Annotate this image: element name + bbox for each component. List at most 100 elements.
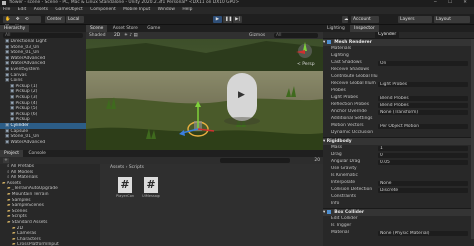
hierarchy-item[interactable]: ▣ WaterAdvanced xyxy=(0,140,86,146)
tab-scene[interactable]: Scene xyxy=(86,25,108,32)
tab-inspector[interactable]: Inspector xyxy=(350,25,379,32)
object-name-field[interactable]: Cylinder xyxy=(375,32,400,38)
hierarchy-item-label: Stone_01_Un xyxy=(10,50,40,56)
inspector-object-header: Cylinder xyxy=(323,32,474,38)
breadcrumb-assets[interactable]: Assets xyxy=(110,165,124,170)
expand-arrow-icon: ▾ xyxy=(323,139,326,144)
field-value[interactable]: 0.05 xyxy=(378,160,468,165)
field-value[interactable]: Light Probes xyxy=(378,82,468,87)
field-value[interactable]: 0 xyxy=(378,153,468,158)
project-content: Assets › Scripts # PlayerCon... # UIMess… xyxy=(100,164,323,246)
pivot-center-toggle[interactable]: Center xyxy=(45,16,65,23)
box-collider-enabled-checkbox[interactable] xyxy=(326,209,331,214)
field-value[interactable]: None (Transform) xyxy=(378,110,468,115)
menu-mobile-input[interactable]: Mobile Input xyxy=(123,7,150,12)
field-label: Materials xyxy=(331,46,352,51)
box-collider-title: Box Collider xyxy=(334,210,365,215)
field-label: Constraints xyxy=(331,194,357,199)
inspector-field-row: Light Probes Blend Probes xyxy=(323,95,474,102)
scene-viewport[interactable]: ▶ < Persp xyxy=(86,39,323,150)
hierarchy-item-label: WaterAdvanced xyxy=(10,55,46,61)
scene-search-input[interactable]: All xyxy=(274,33,318,38)
field-value[interactable]: On xyxy=(378,61,468,66)
hierarchy-item-label: Directional Light xyxy=(10,39,47,44)
2d-toggle[interactable]: 2D xyxy=(114,32,120,39)
box-collider-header[interactable]: ▾ Box Collider xyxy=(323,208,474,216)
play-icon: ▶ xyxy=(215,17,220,22)
hierarchy-search-row: All xyxy=(0,32,86,39)
inspector-field-row: Mass 1 xyxy=(323,145,474,152)
rigidbody-fields: Mass 1 Drag 0 Angular Drag 0.05 Use Gravity Is … xyxy=(323,145,474,208)
field-label: Info xyxy=(331,201,340,206)
folder-item-label: Samples xyxy=(11,197,31,203)
tab-hierarchy[interactable]: Hierarchy xyxy=(0,25,30,32)
field-value[interactable]: 1 xyxy=(378,146,468,151)
rigidbody-header[interactable]: ▾ Rigidbody xyxy=(323,137,474,145)
field-value[interactable]: None xyxy=(378,181,468,186)
menu-gameobject[interactable]: GameObject xyxy=(55,7,82,12)
inspector-field-row: Reflection Probes Blend Probes xyxy=(323,102,474,109)
tab-game[interactable]: Game xyxy=(143,25,165,32)
tab-console[interactable]: Console xyxy=(24,150,50,157)
menu-component[interactable]: Component xyxy=(90,7,116,12)
folder-item-label: Scripts xyxy=(11,214,27,220)
hierarchy-item-label: WaterAdvanced xyxy=(10,61,46,67)
collab-icon[interactable]: ☁ xyxy=(342,16,348,23)
pause-button[interactable]: ❚❚ xyxy=(223,16,232,23)
field-value[interactable]: None (Physic Material) xyxy=(378,231,468,236)
perspective-label[interactable]: < Persp xyxy=(297,61,315,67)
hierarchy-item-label: Pickup xyxy=(15,117,30,123)
hierarchy-search-input[interactable]: All xyxy=(3,33,83,38)
field-label: Dynamic Occlusion xyxy=(331,130,374,135)
layout-dropdown[interactable]: Layout xyxy=(434,16,470,23)
folder-item-label: Cameras xyxy=(16,231,37,237)
folder-item-label: SampleScenes xyxy=(11,203,44,209)
project-search-input[interactable] xyxy=(220,158,290,163)
hierarchy-panel: Hierarchy All ▣ Directional Light ▣ Stone… xyxy=(0,25,86,150)
step-button[interactable]: ▶| xyxy=(233,16,242,23)
menu-window[interactable]: Window xyxy=(158,7,175,12)
mesh-renderer-header[interactable]: ▾ Mesh Renderer xyxy=(323,38,474,46)
field-value[interactable]: Discrete xyxy=(378,188,468,193)
menu-assets[interactable]: Assets xyxy=(34,7,48,12)
field-value[interactable]: Blend Probes xyxy=(378,103,468,108)
field-value[interactable]: Blend Probes xyxy=(378,96,468,101)
folder-item-label: Standard Assets xyxy=(11,219,48,225)
field-label: Additional Settings xyxy=(331,116,373,121)
step-icon: ▶| xyxy=(235,17,240,22)
lighting-toggle-icon[interactable]: ☀ ♪ ▤ xyxy=(124,32,138,39)
menu-edit[interactable]: Edit xyxy=(18,7,27,12)
folder-item[interactable]: ▰ CrossPlatformInput xyxy=(0,242,100,246)
asset-file[interactable]: # UIMessage... xyxy=(142,177,160,199)
shading-mode-dropdown[interactable]: Shaded xyxy=(89,32,106,39)
tab-project[interactable]: Project xyxy=(0,150,24,157)
project-toolbar: + 20 xyxy=(0,157,323,164)
inspector-field-row: Material None (Physic Material) xyxy=(323,230,474,237)
expand-arrow-icon: ▾ xyxy=(323,40,326,45)
field-value[interactable]: Per Object Motion xyxy=(378,124,468,129)
inspector-field-row: Receive Shadows xyxy=(323,67,474,74)
asset-file-name: UIMessage... xyxy=(142,194,160,198)
tab-lighting[interactable]: Lighting xyxy=(323,25,349,32)
inspector-field-row: Drag 0 xyxy=(323,152,474,159)
transform-tools[interactable]: ✋ ✥ ⟲ ▢ ⬚ xyxy=(3,16,41,29)
layers-dropdown[interactable]: Layers xyxy=(398,16,432,23)
scene-panel: Scene Asset Store Game Shaded 2D ☀ ♪ ▤ G… xyxy=(86,25,323,150)
field-label: Use Gravity xyxy=(331,166,357,171)
field-label: Reflection Probes xyxy=(331,102,369,107)
expand-arrow-icon: ▾ xyxy=(323,210,326,215)
tab-asset-store[interactable]: Asset Store xyxy=(108,25,142,32)
account-dropdown[interactable]: Account xyxy=(351,16,379,23)
hierarchy-item-label: WaterAdvanced xyxy=(10,139,46,145)
folder-item-label: CrossPlatformInput xyxy=(16,242,59,246)
create-plus-icon[interactable]: + xyxy=(3,158,9,163)
menu-file[interactable]: File xyxy=(3,7,10,12)
mesh-renderer-enabled-checkbox[interactable] xyxy=(326,39,331,44)
menu-help[interactable]: Help xyxy=(182,7,192,12)
asset-file[interactable]: # PlayerCon... xyxy=(116,177,134,199)
pivot-local-toggle[interactable]: Local xyxy=(66,16,84,23)
play-button[interactable]: ▶ xyxy=(213,16,222,23)
breadcrumb-scripts[interactable]: Scripts xyxy=(129,165,144,170)
gizmos-dropdown[interactable]: Gizmos xyxy=(249,32,265,39)
hierarchy-header: Hierarchy xyxy=(0,25,86,32)
